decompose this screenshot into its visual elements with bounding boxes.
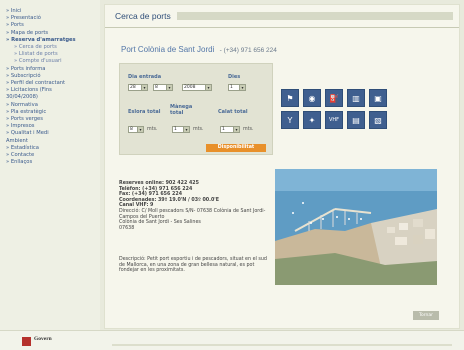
wrench-icon[interactable]: ✦ bbox=[303, 111, 321, 129]
header-divider bbox=[105, 27, 459, 28]
sidebar-item[interactable]: Ambient bbox=[6, 138, 100, 145]
sidebar-item[interactable]: » Ports verges bbox=[6, 116, 100, 123]
sidebar-item[interactable]: » Estadística bbox=[6, 145, 100, 152]
day-select[interactable]: 28 ▾ bbox=[128, 84, 148, 91]
days-select[interactable]: 1 ▾ bbox=[228, 84, 246, 91]
fuel-icon[interactable]: ⛽ bbox=[325, 89, 343, 107]
chevron-down-icon: ▾ bbox=[166, 85, 172, 90]
page-header: Cerca de ports bbox=[105, 9, 459, 23]
postal-code: 07638 bbox=[119, 225, 135, 231]
sidebar-item[interactable]: » Licitacions (Fins bbox=[6, 87, 100, 94]
chevron-down-icon: ▾ bbox=[183, 127, 189, 132]
beam-select[interactable]: 1 ▾ bbox=[172, 126, 190, 133]
cocktail-icon[interactable]: Y bbox=[281, 111, 299, 129]
draft-unit: mts. bbox=[243, 127, 254, 132]
sidebar-list: » Inici» Presentació» Ports» Mapa de por… bbox=[6, 8, 100, 166]
chevron-down-icon: ▾ bbox=[205, 85, 211, 90]
sidebar-item[interactable]: » Normativa bbox=[6, 102, 100, 109]
port-name: Port Colònia de Sant Jordi bbox=[121, 45, 215, 54]
footer bbox=[0, 330, 464, 350]
port-title: Port Colònia de Sant Jordi - (+34) 971 6… bbox=[121, 45, 277, 54]
arrival-day-label: Dia entrada bbox=[128, 74, 162, 80]
building-icon[interactable]: ▤ bbox=[347, 111, 365, 129]
beam-unit: mts. bbox=[193, 127, 204, 132]
water-icon[interactable]: ◉ bbox=[303, 89, 321, 107]
length-unit: mts. bbox=[147, 127, 158, 132]
sidebar-item[interactable]: » Enllaços bbox=[6, 159, 100, 166]
sidebar-item[interactable]: » Contacte bbox=[6, 152, 100, 159]
vhf-radio-icon[interactable]: VHF bbox=[325, 111, 343, 129]
main-content: Cerca de ports Port Colònia de Sant Jord… bbox=[104, 4, 460, 329]
availability-form: Dia entrada Dies 28 ▾ 8 ▾ 2008 ▾ 1 ▾ Eslora … bbox=[119, 63, 273, 155]
month-select[interactable]: 8 ▾ bbox=[153, 84, 173, 91]
beam-label: Mànega total bbox=[170, 104, 193, 116]
government-logo-text: Govern bbox=[34, 336, 52, 342]
shower-icon[interactable]: ▥ bbox=[347, 89, 365, 107]
sidebar-item[interactable]: » Perfil del contractant bbox=[6, 80, 100, 87]
sidebar-item[interactable]: » Subscripció bbox=[6, 73, 100, 80]
back-button[interactable]: Tornar bbox=[413, 311, 439, 320]
sidebar-item[interactable]: » Ports informa bbox=[6, 66, 100, 73]
address-line: Direcció: C/ Moll pescadors S/N- 07638 C… bbox=[119, 208, 266, 220]
length-select[interactable]: 8 ▾ bbox=[128, 126, 144, 133]
year-select[interactable]: 2008 ▾ bbox=[182, 84, 212, 91]
footer-divider bbox=[112, 344, 452, 346]
port-aerial-photo bbox=[275, 169, 437, 285]
sidebar-nav: » Inici» Presentació» Ports» Mapa de por… bbox=[0, 0, 100, 330]
waste-icon[interactable]: ▣ bbox=[369, 89, 387, 107]
port-description: Descripció: Petit port esportiu i de pes… bbox=[119, 257, 267, 274]
chevron-down-icon: ▾ bbox=[137, 127, 143, 132]
page-title: Cerca de ports bbox=[115, 11, 171, 21]
sidebar-item[interactable]: » Qualitat i Medi bbox=[6, 130, 100, 137]
header-stripe bbox=[176, 12, 453, 20]
draft-label: Calat total bbox=[218, 109, 248, 115]
sidebar-item[interactable]: » Llistat de ports bbox=[6, 51, 100, 58]
port-contact-info: Reserves online: 902 422 425 Telèfon: (+… bbox=[119, 181, 269, 231]
sidebar-item[interactable]: » Ports bbox=[6, 22, 100, 29]
sidebar-item[interactable]: » Presentació bbox=[6, 15, 100, 22]
chevron-down-icon: ▾ bbox=[239, 85, 245, 90]
sidebar-item[interactable]: » Cerca de ports bbox=[6, 44, 100, 51]
sidebar-item[interactable]: » Pla estratègic bbox=[6, 109, 100, 116]
sidebar-item[interactable]: 30/04/2008) bbox=[6, 94, 100, 101]
government-logo-icon bbox=[22, 337, 31, 346]
port-phone: - (+34) 971 656 224 bbox=[219, 47, 277, 54]
sidebar-item[interactable]: » Compte d'usuari bbox=[6, 58, 100, 65]
days-label: Dies bbox=[228, 74, 241, 80]
crane-icon[interactable]: ▧ bbox=[369, 111, 387, 129]
sidebar-item[interactable]: » Impresos bbox=[6, 123, 100, 130]
draft-select[interactable]: 1 ▾ bbox=[220, 126, 240, 133]
length-label: Eslora total bbox=[128, 109, 161, 115]
mooring-icon[interactable]: ⚑ bbox=[281, 89, 299, 107]
availability-button[interactable]: Disponibilitat bbox=[206, 144, 266, 152]
chevron-down-icon: ▾ bbox=[141, 85, 147, 90]
chevron-down-icon: ▾ bbox=[233, 127, 239, 132]
sidebar-item[interactable]: » Mapa de ports bbox=[6, 30, 100, 37]
sidebar-item[interactable]: » Reserva d'amarratges bbox=[6, 37, 100, 44]
